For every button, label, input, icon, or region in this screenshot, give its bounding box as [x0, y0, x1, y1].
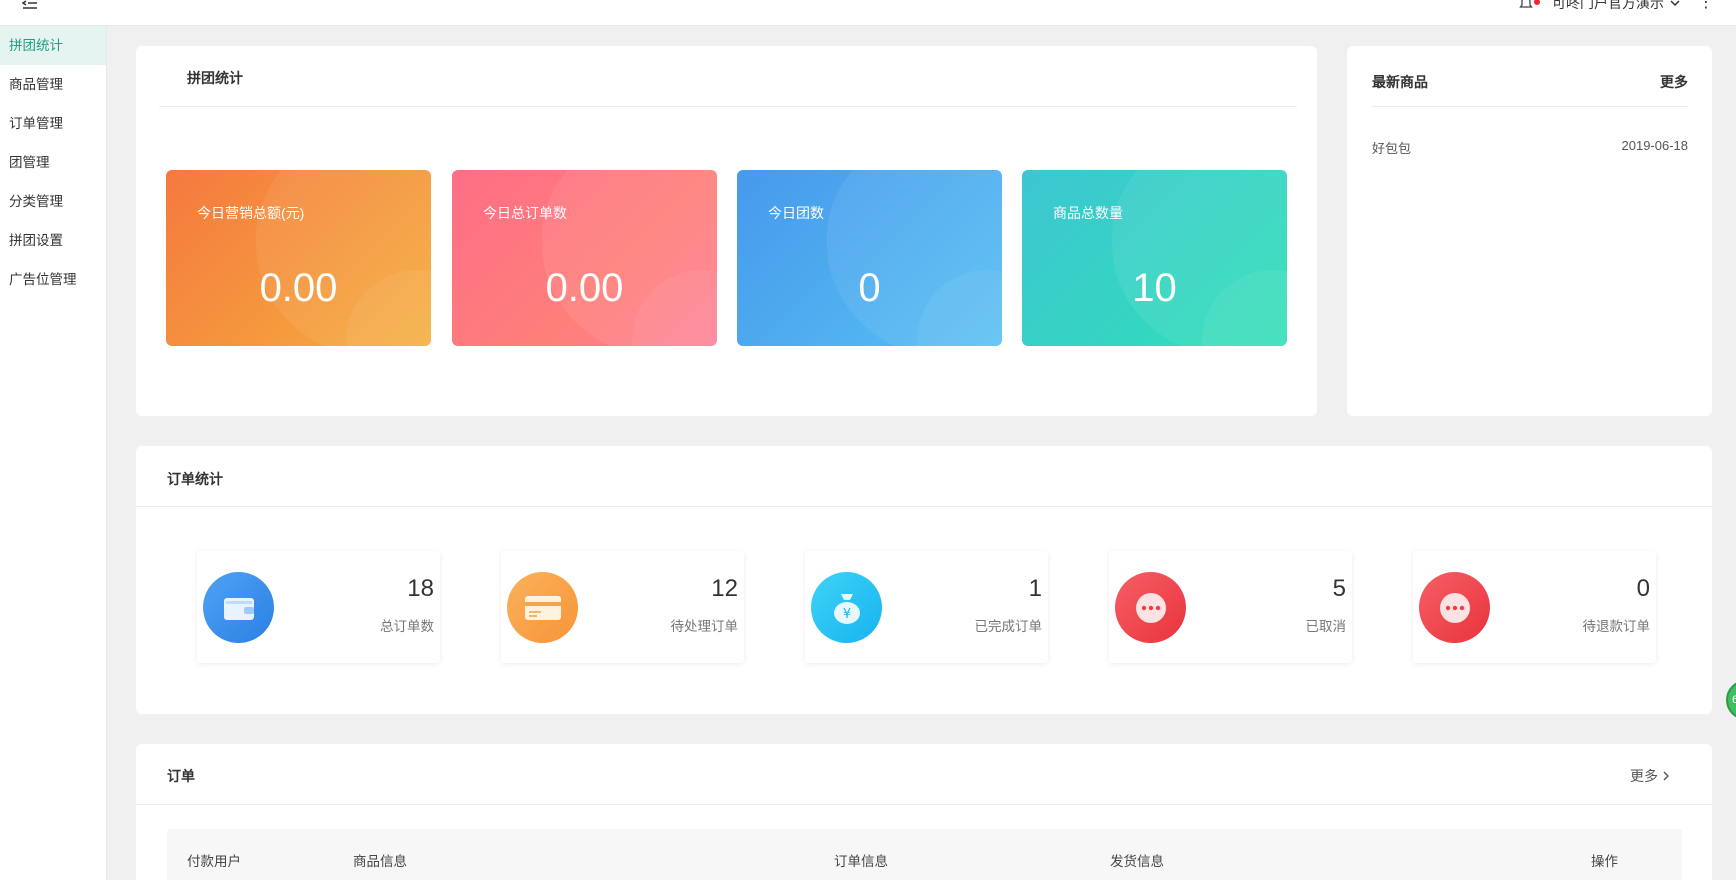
kpi-value: 10 — [1132, 266, 1177, 310]
kpi-value: 0 — [858, 266, 881, 310]
money-bag-icon: ¥ — [811, 572, 882, 643]
latest-goods-title: 最新商品 — [1372, 74, 1428, 90]
more-vertical-icon[interactable]: ⋮ — [1698, 0, 1714, 11]
order-stat-total[interactable]: 18 总订单数 — [197, 551, 440, 663]
kpi-label: 今日营销总额(元) — [197, 205, 305, 221]
order-stat-label: 待处理订单 — [670, 619, 739, 634]
group-stats-title: 拼团统计 — [187, 70, 243, 86]
order-stat-value: 12 — [711, 575, 738, 602]
order-stats-title: 订单统计 — [167, 471, 223, 487]
divider — [136, 804, 1712, 805]
order-stat-label: 已完成订单 — [974, 619, 1043, 634]
order-stat-pending[interactable]: 12 待处理订单 — [501, 551, 744, 663]
column-header: 发货信息 — [1110, 854, 1164, 869]
column-header: 操作 — [1591, 854, 1618, 869]
kpi-value: 0.00 — [259, 266, 338, 310]
order-stat-value: 0 — [1636, 575, 1650, 602]
more-chat-icon — [1115, 572, 1186, 643]
svg-text:¥: ¥ — [842, 607, 850, 622]
order-stat-value: 18 — [407, 575, 434, 602]
floating-chat-bubble[interactable]: 6 — [1726, 680, 1736, 720]
chevron-right-icon — [1663, 771, 1669, 781]
order-stat-label: 待退款订单 — [1582, 619, 1651, 634]
latest-goods-more-link[interactable]: 更多 — [1660, 72, 1688, 92]
group-stats-card: 拼团统计 今日营销总额(元) 0.00 今日总订单数 0.00 今日团数 0 商… — [136, 46, 1317, 416]
more-chat-icon — [1419, 572, 1490, 643]
order-stat-completed[interactable]: ¥ 1 已完成订单 — [805, 551, 1048, 663]
orders-table-header: 付款用户 商品信息 订单信息 发货信息 操作 — [167, 829, 1682, 880]
menu-collapse-icon[interactable] — [22, 0, 38, 10]
column-header: 订单信息 — [834, 854, 888, 869]
kpi-card-orders: 今日总订单数 0.00 — [452, 170, 717, 346]
kpi-card-goods: 商品总数量 10 — [1022, 170, 1287, 346]
notification-dot — [1534, 0, 1540, 5]
order-stat-label: 总订单数 — [380, 619, 434, 634]
wallet-icon — [203, 572, 274, 643]
divider — [1372, 106, 1688, 107]
orders-title: 订单 — [167, 768, 195, 784]
kpi-label: 今日总订单数 — [483, 205, 567, 221]
sidebar-item-group-settings[interactable]: 拼团设置 — [0, 221, 106, 260]
order-stat-cancelled[interactable]: 5 已取消 — [1109, 551, 1352, 663]
sidebar-item-groups[interactable]: 团管理 — [0, 143, 106, 182]
top-bar: 可咚门户官方演示 ⋮ — [0, 0, 1736, 26]
card-icon — [507, 572, 578, 643]
user-menu[interactable]: 可咚门户官方演示 — [1552, 0, 1680, 13]
kpi-value: 0.00 — [545, 266, 624, 310]
sidebar-item-goods[interactable]: 商品管理 — [0, 65, 106, 104]
divider — [159, 106, 1297, 107]
list-item[interactable]: 好包包 2019-06-18 — [1372, 138, 1688, 157]
orders-more-label: 更多 — [1630, 768, 1658, 784]
chevron-down-icon — [1670, 0, 1680, 7]
column-header: 付款用户 — [187, 854, 241, 869]
order-stat-value: 1 — [1028, 575, 1042, 602]
kpi-label: 商品总数量 — [1053, 205, 1123, 221]
user-name: 可咚门户官方演示 — [1552, 0, 1664, 11]
goods-date: 2019-06-18 — [1621, 138, 1689, 153]
column-header: 商品信息 — [353, 854, 407, 869]
sidebar-item-ads[interactable]: 广告位管理 — [0, 260, 106, 299]
orders-more-link[interactable]: 更多 — [1630, 766, 1670, 786]
kpi-card-sales: 今日营销总额(元) 0.00 — [166, 170, 431, 346]
kpi-label: 今日团数 — [768, 205, 824, 221]
kpi-card-groups: 今日团数 0 — [737, 170, 1002, 346]
latest-goods-card: 最新商品 更多 好包包 2019-06-18 — [1347, 46, 1712, 416]
order-stat-label: 已取消 — [1305, 619, 1347, 634]
sidebar: 拼团统计 商品管理 订单管理 团管理 分类管理 拼团设置 广告位管理 — [0, 26, 107, 880]
goods-name: 好包包 — [1372, 141, 1412, 156]
sidebar-item-group-stats[interactable]: 拼团统计 — [0, 26, 106, 65]
order-stat-value: 5 — [1332, 575, 1346, 602]
sidebar-item-categories[interactable]: 分类管理 — [0, 182, 106, 221]
notification-bell-icon[interactable] — [1518, 0, 1540, 11]
sidebar-item-orders[interactable]: 订单管理 — [0, 104, 106, 143]
order-stats-card: 订单统计 18 总订单数 12 待处理订单 ¥ 1 已完成订单 5 已取消 0 … — [136, 446, 1712, 714]
orders-card: 订单 更多 付款用户 商品信息 订单信息 发货信息 操作 — [136, 744, 1712, 880]
divider — [136, 506, 1712, 507]
top-right-tools: 可咚门户官方演示 ⋮ — [1518, 0, 1714, 13]
order-stat-refund[interactable]: 0 待退款订单 — [1413, 551, 1656, 663]
